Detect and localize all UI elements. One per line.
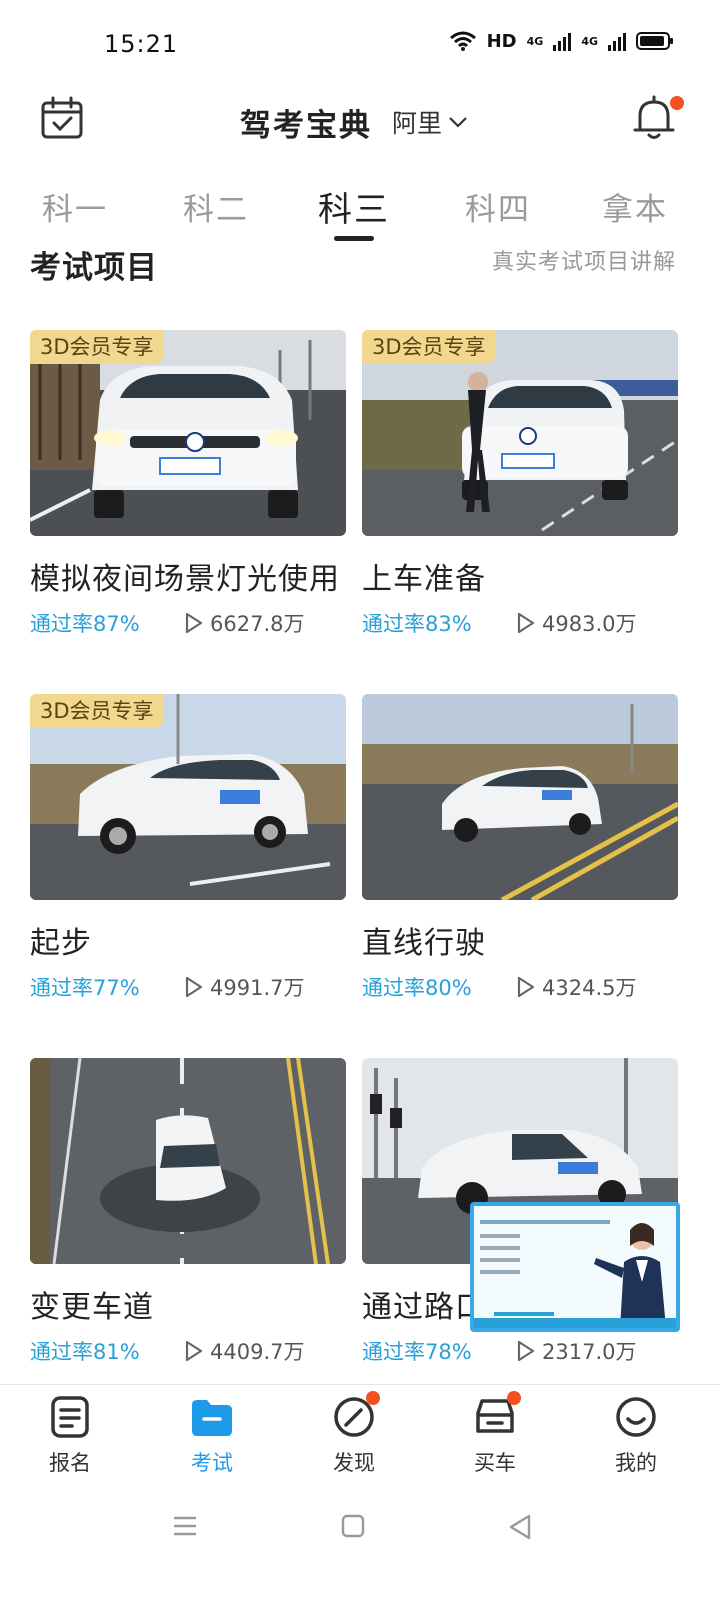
network-label: HD [486,30,517,52]
play-icon [185,1340,203,1362]
pass-rate: 通过率87% [30,612,140,636]
folder-icon [192,1400,232,1436]
city-selector[interactable]: 阿里 [392,104,468,140]
exam-item-meta: 通过率77% 4991.7万 [30,972,346,1002]
signal-icon-2 [608,31,626,51]
pass-rate: 通过率77% [30,976,140,1000]
notification-dot [670,96,684,110]
exam-item-meta: 通过率83% 4983.0万 [362,608,678,638]
tab-ke1[interactable]: 科一 [42,184,108,229]
pass-rate: 通过率83% [362,612,472,636]
status-time: 15:21 [104,30,179,58]
nav-label: 发现 [333,1451,375,1475]
play-count-value: 2317.0万 [542,1340,637,1364]
exam-item-title: 模拟夜间场景灯光使用 [30,562,340,597]
play-count: 4324.5万 [516,972,636,1002]
form-icon [51,1396,89,1438]
battery-icon [636,32,673,50]
notification-dot [366,1391,380,1405]
vip-badge: 3D会员专享 [362,330,496,364]
bottom-navigation: 报名 考试 发现 买车 我的 [0,1384,720,1484]
play-count: 4983.0万 [516,608,636,638]
exam-item-thumbnail [30,1058,346,1264]
vip-badge: 3D会员专享 [30,694,164,728]
exam-item-card[interactable]: 变更车道 通过率81% 4409.7万 [30,1058,346,1366]
wifi-icon [449,31,476,51]
nav-discover[interactable]: 发现 [304,1391,404,1477]
exam-item-card[interactable]: 3D会员专享 模拟夜间场景灯光使用 通过率87% 6627.8万 [30,330,346,638]
tab-ke3[interactable]: 科三 [318,182,390,231]
floating-video-content [474,1206,676,1328]
app-header: 驾考宝典 阿里 [0,90,720,160]
smile-icon [616,1397,656,1437]
menu-icon[interactable] [172,1514,198,1542]
nav-exam[interactable]: 考试 [162,1395,262,1477]
exam-item-meta: 通过率80% 4324.5万 [362,972,678,1002]
vip-badge: 3D会员专享 [30,330,164,364]
play-count-value: 4983.0万 [542,612,637,636]
exam-item-thumbnail: 3D会员专享 [362,330,678,536]
subject-tabs: 科一 科二 科三 科四 拿本 [0,178,720,248]
active-tab-indicator [334,236,374,241]
app-title: 驾考宝典 [240,108,372,144]
nav-label: 考试 [191,1451,233,1475]
nav-mine[interactable]: 我的 [586,1395,686,1477]
exam-item-thumbnail: 3D会员专享 [30,694,346,900]
nav-label: 买车 [474,1451,516,1475]
tab-ke2[interactable]: 科二 [183,184,249,229]
nav-buy-car[interactable]: 买车 [445,1391,545,1477]
exam-item-title: 上车准备 [362,562,486,597]
signal-icon [553,31,572,51]
signal-label-1: 4G [526,34,544,48]
play-count-value: 4324.5万 [542,976,637,1000]
calendar-check-icon[interactable] [40,96,84,140]
back-icon[interactable] [508,1514,532,1544]
play-count-value: 4991.7万 [210,976,305,1000]
city-label: 阿里 [392,109,443,138]
exam-item-meta: 通过率78% 2317.0万 [362,1336,678,1366]
play-count: 6627.8万 [184,608,304,638]
exam-item-meta: 通过率87% 6627.8万 [30,608,346,638]
exam-item-card[interactable]: 3D会员专享 上车准备 通过率83% 4983.0万 [362,330,678,638]
status-icons: HD 4G 4G [449,30,673,52]
tab-license[interactable]: 拿本 [602,184,668,229]
play-icon [517,976,535,998]
exam-item-title: 起步 [30,926,92,961]
pass-rate: 通过率80% [362,976,472,1000]
exam-item-thumbnail [362,694,678,900]
nav-label: 报名 [49,1451,91,1475]
tab-ke4[interactable]: 科四 [465,184,531,229]
notification-dot [507,1391,521,1405]
exam-item-card[interactable]: 3D会员专享 起步 通过率77% 4991.7万 [30,694,346,1002]
status-bar: 15:21 HD 4G 4G [0,0,720,90]
play-icon [517,1340,535,1362]
play-count-value: 4409.7万 [210,1340,305,1364]
nav-signup[interactable]: 报名 [20,1395,120,1477]
play-icon [185,976,203,998]
exam-item-title: 变更车道 [30,1290,154,1325]
exam-item-thumbnail: 3D会员专享 [30,330,346,536]
play-count-value: 6627.8万 [210,612,305,636]
signal-label-2: 4G [581,34,598,48]
nav-label: 我的 [615,1451,657,1475]
play-count: 4409.7万 [184,1336,304,1366]
chevron-down-icon [449,117,467,128]
pass-rate: 通过率81% [30,1340,140,1364]
section-link[interactable]: 真实考试项目讲解 [492,244,676,276]
play-icon [185,612,203,634]
play-count: 4991.7万 [184,972,304,1002]
app-screen: 15:21 HD 4G 4G 驾考宝典 阿里 科一 科二 科三 科四 拿本 考试… [0,0,720,1600]
play-count: 2317.0万 [516,1336,636,1366]
section-title: 考试项目 [30,250,158,286]
floating-video-window[interactable] [470,1202,680,1332]
exam-item-meta: 通过率81% 4409.7万 [30,1336,346,1366]
exam-item-card[interactable]: 直线行驶 通过率80% 4324.5万 [362,694,678,1002]
system-navigation-bar [0,1496,720,1556]
home-icon[interactable] [341,1514,365,1542]
exam-item-title: 直线行驶 [362,926,486,961]
pass-rate: 通过率78% [362,1340,472,1364]
play-icon [517,612,535,634]
